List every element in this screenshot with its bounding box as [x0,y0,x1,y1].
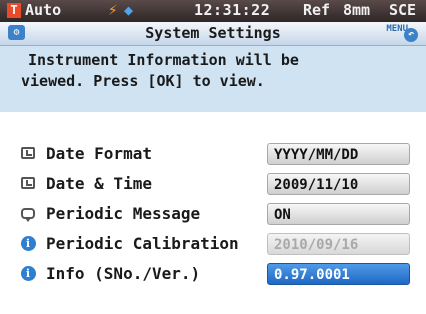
date-time-value[interactable]: 2009/11/10 [267,173,410,195]
setting-label: Date Format [46,144,152,163]
periodic-calibration-value: 2010/09/16 [267,233,410,255]
status-bar: T Auto ⚡ ◆ 12:31:22 Ref 8mm SCE [0,0,426,22]
back-arrow-icon: ↶ [404,28,418,42]
date-format-value[interactable]: YYYY/MM/DD [267,143,410,165]
info-panel: Instrument Information will be viewed. P… [0,46,426,112]
setting-row-info[interactable]: i Info (SNo./Ver.) 0.97.0001 [0,259,426,290]
info-icon: i [20,265,36,281]
measurement-mode: Auto [25,1,62,19]
info-text-line2: viewed. Press [OK] to view. [21,72,265,90]
setting-row-date-time[interactable]: Date & Time 2009/11/10 [0,169,426,200]
mask-size: 8mm [343,1,371,19]
setting-label: Date & Time [46,174,152,193]
mode-icon: T [7,3,21,18]
periodic-message-value[interactable]: ON [267,203,410,225]
page-title: System Settings [145,24,281,42]
clock-icon [20,145,36,161]
specular-mode: SCE [389,1,417,19]
setting-row-date-format[interactable]: Date Format YYYY/MM/DD [0,139,426,170]
setting-label: Info (SNo./Ver.) [46,264,201,283]
diamond-icon: ◆ [124,1,134,19]
clock-time: 12:31:22 [194,1,271,19]
clock-icon [20,175,36,191]
title-bar: ⚙ System Settings MENU ↶ [0,22,426,46]
setting-label: Periodic Message [46,204,201,223]
setting-row-periodic-message[interactable]: Periodic Message ON [0,199,426,230]
info-value[interactable]: 0.97.0001 [267,263,410,285]
info-text-line1: Instrument Information will be [28,51,299,69]
setting-row-periodic-calibration: i Periodic Calibration 2010/09/16 [0,229,426,260]
lightning-icon: ⚡ [108,0,118,19]
reference-indicator: Ref [303,1,331,19]
menu-back-button[interactable]: MENU ↶ [378,24,418,43]
setting-label: Periodic Calibration [46,234,239,253]
info-icon: i [20,235,36,251]
settings-list: Date Format YYYY/MM/DD Date & Time 2009/… [0,114,426,314]
message-icon [20,205,36,222]
